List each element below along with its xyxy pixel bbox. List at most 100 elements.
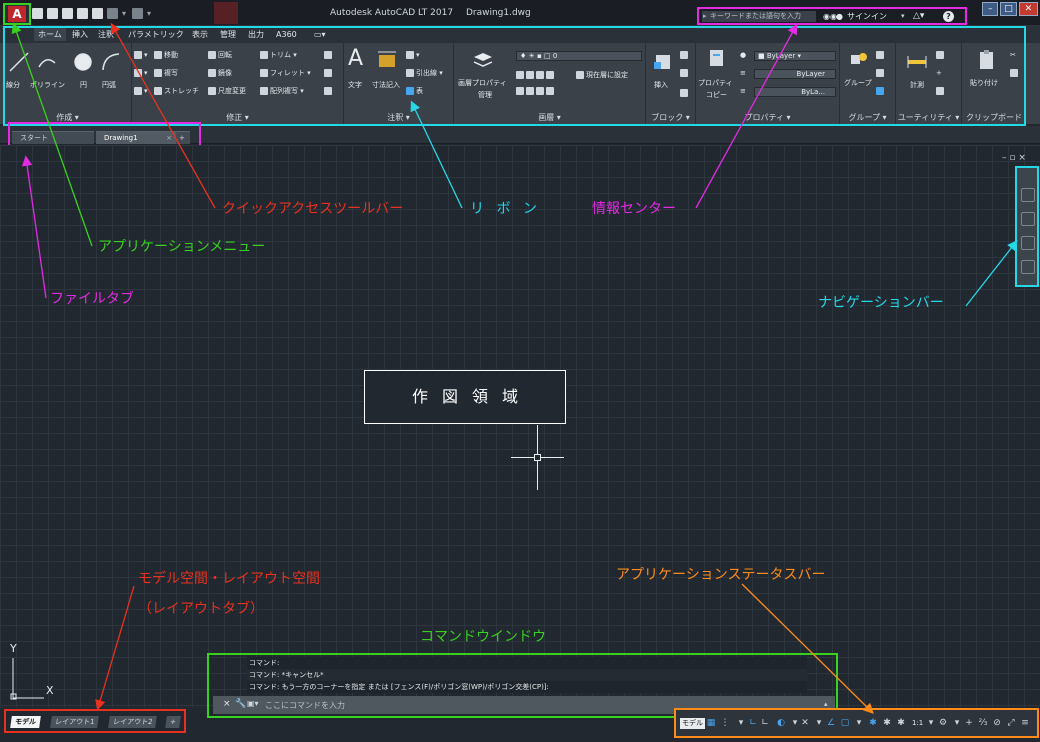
pickbox-icon [534, 454, 541, 461]
workspace-dropdown-icon[interactable]: ▾ [952, 718, 962, 728]
autocad-window: A ▾ ▾ Autodesk AutoCAD LT 2017 Drawing1.… [0, 0, 1040, 742]
redo-icon[interactable] [132, 7, 143, 19]
application-menu-button[interactable]: A [3, 3, 31, 25]
info-center: キーワードまたは語句を入力 ◉◉ ● サインイン ▾ △▾ ? [697, 7, 967, 25]
transparency-icon[interactable]: ∠ [826, 718, 836, 728]
user-icon[interactable]: ● [836, 11, 846, 22]
command-history: コマンド: コマンド: *キャンセル* コマンド: もう一方のコーナーを指定 ま… [247, 657, 807, 693]
drawing-area[interactable] [0, 145, 1040, 708]
scale-dropdown-icon[interactable]: ▾ [926, 718, 936, 728]
close-icon[interactable]: ✕ [1018, 2, 1038, 16]
isodraft-icon[interactable]: ◐ [776, 718, 786, 728]
undo-icon[interactable] [107, 7, 118, 19]
navigation-bar [1015, 166, 1039, 287]
command-history-line: コマンド: もう一方のコーナーを指定 または [フェンス(F)/ポリゴン窓(WP… [247, 681, 807, 693]
annotation-layout-tab: （レイアウトタブ） [138, 601, 264, 617]
osnap-tracking-icon[interactable]: ▾ [790, 718, 800, 728]
title-bar: A ▾ ▾ Autodesk AutoCAD LT 2017 Drawing1.… [0, 0, 1040, 26]
annotation-model-space: モデル空間・レイアウト空間 [138, 571, 320, 587]
auto-scale-icon[interactable]: ✱ [882, 718, 892, 728]
selection-cycling-icon[interactable]: ▢ [840, 718, 850, 728]
print-icon[interactable] [92, 7, 103, 19]
grid-icon[interactable]: ▦ [706, 718, 716, 728]
command-history-line: コマンド: *キャンセル* [247, 669, 807, 681]
viewport-controls[interactable]: – ▫ × [1002, 153, 1026, 163]
drawing-area-label: 作図領域 [364, 370, 566, 424]
chevron-down-icon[interactable]: ▾ [901, 11, 905, 22]
tab-layout1[interactable]: レイアウト1 [50, 716, 100, 728]
restore-icon[interactable]: ▫ [1009, 153, 1015, 163]
customize-menu-icon[interactable]: ≡ [1020, 718, 1030, 728]
undo-dropdown-icon[interactable]: ▾ [122, 8, 128, 19]
polar-icon[interactable]: ∟ [760, 718, 770, 728]
units-icon[interactable]: ⅔ [978, 718, 988, 728]
annotation-command: コマンドウインドウ [420, 629, 546, 645]
ribbon-highlight-frame [3, 26, 1026, 126]
annotation-monitor-icon[interactable]: ▾ [854, 718, 864, 728]
annotation-infocenter: 情報センター [592, 201, 676, 217]
annotation-statusbar: アプリケーションステータスバー [616, 567, 826, 583]
help-icon[interactable]: ? [943, 11, 954, 22]
binoculars-icon[interactable]: ◉◉ [823, 11, 837, 22]
chevron-up-icon[interactable]: ▴ [824, 700, 828, 708]
pan-icon[interactable] [1021, 212, 1035, 226]
object-snap-icon[interactable]: ✕ [800, 718, 810, 728]
minimize-icon[interactable]: – [982, 2, 999, 16]
snap-icon[interactable]: ⋮ [720, 718, 730, 728]
maximize-icon[interactable]: □ [1000, 2, 1017, 16]
document-title: Drawing1.dwg [465, 8, 531, 18]
file-tab-drawing1-label: Drawing1 [104, 134, 138, 142]
file-tab-start-label: スタート [20, 134, 48, 142]
ortho-icon[interactable]: ∟ [748, 718, 758, 728]
lineweight-toggle-icon[interactable]: ▾ [814, 718, 824, 728]
quick-access-toolbar: ▾ ▾ [32, 6, 153, 20]
close-viewport-icon[interactable]: × [1018, 153, 1026, 163]
open-file-icon[interactable] [47, 7, 58, 19]
file-tab-start[interactable]: スタート [12, 131, 94, 144]
ucs-y-label: Y [10, 642, 17, 655]
add-layout-button[interactable]: + [165, 716, 181, 728]
model-space-button[interactable]: モデル [680, 718, 705, 729]
autodesk-exchange-icon[interactable]: △▾ [913, 11, 924, 22]
customize-dropdown-icon[interactable]: ▾ [147, 8, 153, 19]
annotation-qat: クイックアクセスツールバー [222, 201, 404, 217]
annotation-file-tab: ファイルタブ [50, 291, 134, 307]
dynamic-input-icon[interactable]: ▾ [736, 718, 746, 728]
wrench-icon[interactable]: 🔧 [235, 699, 246, 709]
window-title: Autodesk AutoCAD LT 2017 Drawing1.dwg [330, 6, 630, 20]
annotation-scale-value[interactable]: 1:1 [912, 718, 923, 729]
fullscreen-icon[interactable]: ⤢ [1006, 718, 1016, 728]
window-controls: – □ ✕ [982, 2, 1038, 18]
annotation-navbar: ナビゲーションバー [818, 295, 944, 311]
autocad-logo-icon: A [8, 6, 26, 22]
ucs-x-label: X [46, 684, 54, 697]
annotation-ribbon: リ ボ ン [470, 201, 541, 217]
orbit-icon[interactable] [1021, 260, 1035, 274]
layout-tabs: モデル レイアウト1 レイアウト2 + [4, 709, 186, 733]
workspace-icon[interactable]: ⚙ [938, 718, 948, 728]
annotation-monitor-plus-icon[interactable]: + [964, 718, 974, 728]
plus-icon: + [179, 134, 185, 142]
close-icon[interactable]: × [223, 699, 231, 709]
zoom-icon[interactable] [1021, 236, 1035, 250]
annotation-visibility-icon[interactable]: ✱ [868, 718, 878, 728]
tab-layout2[interactable]: レイアウト2 [108, 716, 158, 728]
title-logo-icon [214, 2, 238, 24]
tab-model[interactable]: モデル [10, 716, 41, 728]
file-tab-drawing1[interactable]: Drawing1 × [96, 131, 176, 144]
isolate-objects-icon[interactable]: ⊘ [992, 718, 1002, 728]
command-history-line: コマンド: [247, 657, 807, 669]
new-file-icon[interactable] [32, 7, 43, 19]
app-title: Autodesk AutoCAD LT 2017 [330, 8, 454, 18]
save-icon[interactable] [62, 7, 73, 19]
application-status-bar: モデル ▦ ⋮ ▾ ∟ ∟ ◐ ▾ ✕ ▾ ∠ ▢ ▾ ✱ ✱ ✱ 1:1 ▾ … [674, 708, 1039, 738]
search-input[interactable]: キーワードまたは語句を入力 [702, 11, 816, 22]
prompt-icon[interactable]: ▣▾ [247, 699, 259, 708]
steering-wheel-icon[interactable] [1021, 188, 1035, 202]
close-tab-icon[interactable]: × [166, 132, 172, 144]
signin-button[interactable]: サインイン [847, 11, 887, 22]
new-tab-button[interactable]: + [176, 131, 190, 144]
annotation-app-menu: アプリケーションメニュー [98, 239, 266, 255]
save-as-icon[interactable] [77, 7, 88, 19]
annotation-scale-icon[interactable]: ✱ [896, 718, 906, 728]
